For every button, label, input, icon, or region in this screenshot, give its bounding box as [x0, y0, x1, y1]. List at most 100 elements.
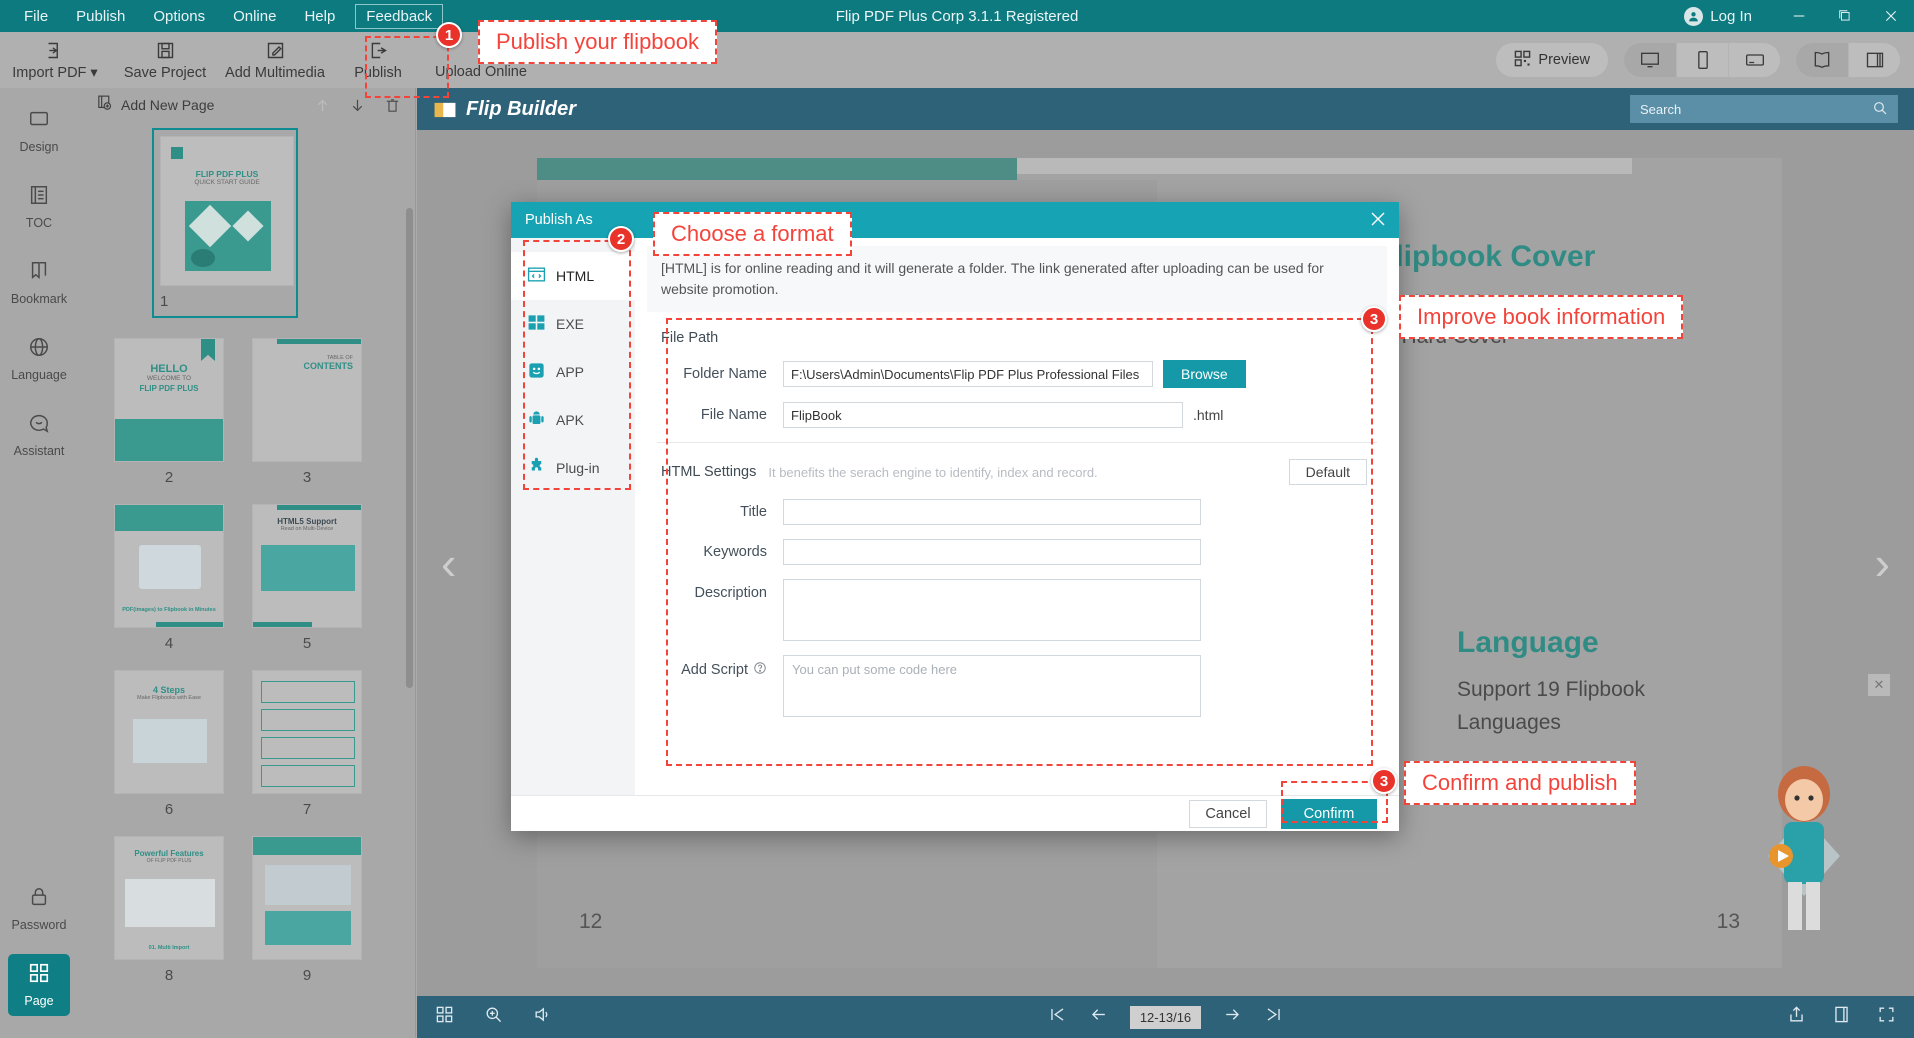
thumbnail-selected[interactable]: FLIP PDF PLUS QUICK START GUIDE 1 — [152, 128, 298, 318]
preview-label: Preview — [1538, 52, 1590, 68]
folder-name-input[interactable]: F:\Users\Admin\Documents\Flip PDF Plus P… — [783, 361, 1153, 387]
device-mode-group — [1624, 43, 1780, 77]
add-multimedia-label: Add Multimedia — [225, 65, 325, 81]
format-option-plugin[interactable]: Plug-in — [511, 444, 635, 492]
sidebar-item-design[interactable]: Design — [8, 100, 70, 162]
sidebar-item-bookmark[interactable]: Bookmark — [8, 252, 70, 314]
html-settings-section: HTML Settings It benefits the serach eng… — [635, 459, 1399, 717]
view-mode-double-page[interactable] — [1796, 43, 1848, 77]
list-item[interactable]: TABLE OF CONTENTS 3 — [252, 338, 362, 486]
view-mode-group — [1796, 43, 1900, 77]
list-item[interactable]: FLIP PDF PLUS PDF(images) to Flipbook in… — [114, 504, 224, 652]
first-page-icon[interactable] — [1048, 1005, 1067, 1029]
browse-button[interactable]: Browse — [1163, 360, 1246, 388]
publish-button[interactable]: Publish — [330, 32, 426, 88]
help-icon[interactable] — [753, 661, 767, 679]
description-textarea[interactable] — [783, 579, 1201, 641]
next-page-arrow[interactable]: › — [1875, 536, 1890, 590]
qrcode-icon — [1514, 50, 1531, 71]
save-project-button[interactable]: Save Project — [110, 32, 220, 88]
sidebar-item-page[interactable]: Page — [8, 954, 70, 1016]
sidebar-item-toc[interactable]: TOC — [8, 176, 70, 238]
view-mode-single-page[interactable] — [1848, 43, 1900, 77]
upload-online-label: Upload Online — [435, 64, 527, 80]
keywords-input[interactable] — [783, 539, 1201, 565]
search-icon[interactable] — [1872, 100, 1888, 119]
move-up-icon[interactable] — [314, 97, 331, 114]
prev-page-icon[interactable] — [1089, 1005, 1108, 1029]
sidebar-item-language[interactable]: Language — [8, 328, 70, 390]
menu-publish[interactable]: Publish — [62, 4, 139, 29]
list-item[interactable]: HTML5 Support Read on Multi-Device 5 — [252, 504, 362, 652]
sidebar-label-password: Password — [12, 918, 67, 932]
sidebar-item-assistant[interactable]: Assistant — [8, 404, 70, 466]
add-new-page-label[interactable]: Add New Page — [121, 97, 214, 113]
menu-file[interactable]: File — [10, 4, 62, 29]
cancel-button[interactable]: Cancel — [1189, 800, 1267, 828]
default-button[interactable]: Default — [1289, 459, 1367, 485]
restore-icon[interactable] — [1822, 0, 1868, 32]
delete-icon[interactable] — [384, 97, 401, 114]
search-input[interactable]: Search — [1630, 95, 1898, 123]
fullscreen-icon[interactable] — [1877, 1005, 1896, 1029]
list-item[interactable]: Powerful Features OF FLIP PDF PLUS 01. M… — [114, 836, 224, 984]
sidebar-item-password[interactable]: Password — [8, 878, 70, 940]
viewer-header: Flip Builder Search — [417, 88, 1914, 130]
list-item[interactable]: 9 — [252, 836, 362, 984]
thumb-subtitle: QUICK START GUIDE — [161, 179, 293, 186]
title-row: Title — [657, 499, 1377, 525]
close-icon[interactable] — [1868, 0, 1914, 32]
menu-help[interactable]: Help — [290, 4, 349, 29]
page-indicator[interactable]: 12-13/16 — [1130, 1006, 1201, 1029]
share-icon[interactable] — [1787, 1005, 1806, 1029]
list-item[interactable]: 7 — [252, 670, 362, 818]
confirm-button[interactable]: Confirm — [1281, 799, 1377, 829]
device-mode-tablet[interactable] — [1728, 43, 1780, 77]
assistant-mascot[interactable] — [1734, 750, 1874, 950]
book-heading-2: Language Support 19 Flipbook Languages — [1457, 626, 1645, 739]
add-multimedia-button[interactable]: Add Multimedia — [220, 32, 330, 88]
import-pdf-button[interactable]: Import PDF ▾ — [0, 32, 110, 88]
last-page-icon[interactable] — [1264, 1005, 1283, 1029]
preview-button[interactable]: Preview — [1496, 43, 1608, 77]
thumbnail-number: 5 — [252, 635, 362, 652]
device-mode-mobile[interactable] — [1676, 43, 1728, 77]
page-decor-top-right — [1017, 158, 1632, 174]
add-page-icon[interactable] — [96, 94, 113, 116]
close-icon[interactable] — [1369, 210, 1387, 233]
viewer-right-tools — [1787, 1005, 1896, 1029]
sidebar-label-assistant: Assistant — [14, 444, 65, 458]
prev-page-arrow[interactable]: ‹ — [441, 536, 456, 590]
title-input[interactable] — [783, 499, 1201, 525]
thumb-line1: Powerful Features — [115, 849, 223, 858]
login-button[interactable]: Log In — [1684, 7, 1752, 26]
thumbnail-list[interactable]: FLIP PDF PLUS QUICK START GUIDE 1 HELLO … — [78, 122, 415, 1032]
book-heading-2-line-2: Languages — [1457, 707, 1645, 740]
menu-online[interactable]: Online — [219, 4, 290, 29]
device-mode-desktop[interactable] — [1624, 43, 1676, 77]
book-logo-icon — [433, 100, 457, 119]
title-bar: File Publish Options Online Help Feedbac… — [0, 0, 1914, 32]
menu-options[interactable]: Options — [139, 4, 219, 29]
thumbnail-number: 7 — [252, 801, 362, 818]
next-page-icon[interactable] — [1223, 1005, 1242, 1029]
file-name-input[interactable]: FlipBook — [783, 402, 1183, 428]
move-down-icon[interactable] — [349, 97, 366, 114]
close-mascot-icon[interactable]: ✕ — [1868, 674, 1890, 696]
list-item[interactable]: HELLO WELCOME TO FLIP PDF PLUS 2 — [114, 338, 224, 486]
format-option-apk[interactable]: APK — [511, 396, 635, 444]
format-option-html[interactable]: HTML — [511, 252, 635, 300]
annotation-callout-3: Improve book information — [1399, 295, 1683, 339]
minimize-icon[interactable] — [1776, 0, 1822, 32]
print-icon[interactable] — [1832, 1005, 1851, 1029]
toc-icon — [28, 184, 50, 211]
pages-scrollbar[interactable] — [406, 208, 413, 688]
decor-bar — [277, 339, 361, 344]
annotation-callout-2: Choose a format — [653, 212, 852, 256]
add-script-textarea[interactable]: You can put some code here — [783, 655, 1201, 717]
menu-feedback[interactable]: Feedback — [355, 4, 443, 29]
format-option-app[interactable]: APP — [511, 348, 635, 396]
list-item[interactable]: 4 Steps Make Flipbooks with Ease 6 — [114, 670, 224, 818]
format-option-exe[interactable]: EXE — [511, 300, 635, 348]
bookmark-flag-icon — [201, 339, 215, 361]
